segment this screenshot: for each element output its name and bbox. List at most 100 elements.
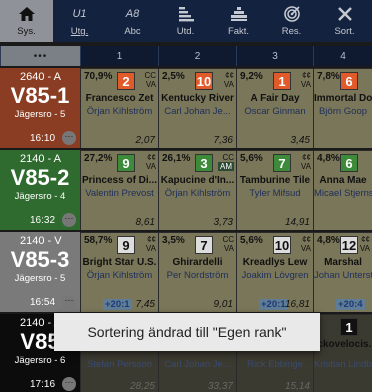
more-options-icon[interactable]: ⋯ [62, 131, 76, 145]
column-header-1: 1 [80, 46, 158, 66]
start-number: 6 [340, 72, 358, 90]
horse-cell[interactable]: 9,2% 1 ¢¢ VA A Fair Day Oscar Ginman 3,45 [236, 68, 313, 148]
toolbar-button-abc[interactable]: A8 Abc [106, 0, 159, 42]
tag-shoe: ¢¢ [302, 71, 311, 80]
driver-name: Carl Johan Je... [164, 359, 231, 370]
horse-value: 2,07 [135, 135, 155, 146]
tag-cart: VA [145, 162, 156, 171]
horse-cell[interactable]: 5,6% 7 ¢¢ VA Tamburine Tile Tyler Mifsud 14,91 [236, 150, 313, 230]
horse-cell[interactable]: 70,9% 2 CC VA Francesco Zet Örjan Kihlström 2,… [80, 68, 158, 148]
race-card[interactable]: 2140 - A V85-2 Jägersro - 4 16:32 ⋯ [0, 150, 80, 230]
tag-cart: VA [145, 244, 156, 253]
horse-name: Francesco Zet [85, 93, 154, 104]
toolbar-button-sys[interactable]: Sys. [0, 0, 53, 42]
race-card[interactable]: 2140 - V V85-3 Jägersro - 5 16:54 ⋯ [0, 232, 80, 312]
toolbar-label-sys: Sys. [17, 26, 36, 37]
horse-pct: 2,5% [162, 71, 185, 82]
race-distance: 2640 - A [20, 71, 61, 83]
horse-name: Bright Star U.S. [82, 257, 157, 268]
horse-cell[interactable]: 1 ickovelocis. Kristian Lindbe [313, 314, 372, 392]
horse-name: Tamburine Tile [239, 175, 311, 186]
toolbar-button-fakt[interactable]: Fakt. [212, 0, 265, 42]
horse-cell[interactable]: 3,5% 7 CC VA Ghirardelli Per Nordström 9,01 [158, 232, 236, 312]
horse-cell[interactable]: 2,5% 10 ¢¢ VA Kentucky River Carl Johan Je...… [158, 68, 236, 148]
tag-shoe: ¢¢ [147, 153, 156, 162]
race-card[interactable]: 2640 - A V85-1 Jägersro - 5 16:10 ⋯ [0, 68, 80, 148]
tag-cart: VA [223, 244, 234, 253]
start-number: 9 [117, 154, 135, 172]
horse-cell[interactable]: 4,8% 6 Anna Mae Micael Stjernst [313, 150, 372, 230]
toolbar-label-utd: Utd. [176, 26, 195, 37]
horse-name: Kapucine d'In... [160, 175, 235, 186]
column-menu-button[interactable]: ••• [0, 46, 80, 66]
start-number: 1 [273, 72, 291, 90]
driver-name: Örjan Kihlström [164, 188, 231, 199]
stack-bars-icon [230, 4, 248, 24]
horse-cell[interactable]: 7,8% 6 Immortal Do Björn Goop [313, 68, 372, 148]
horse-cell[interactable]: 26,1% 3 CC AM Kapucine d'In... Örjan Kihlströ… [158, 150, 236, 230]
tool-icon-abc: A8 [125, 8, 140, 20]
horse-value: 3,73 [213, 217, 233, 228]
more-options-icon[interactable]: ⋯ [62, 377, 76, 391]
tag-shoe: CC [222, 153, 234, 162]
horse-pct: 27,2% [84, 153, 113, 164]
odds-bonus: +20:1 [103, 299, 132, 310]
driver-name: Stefan Persson [87, 359, 152, 370]
horse-value: 16,81 [284, 299, 310, 310]
horse-pct: 7,8% [317, 71, 340, 82]
driver-name: Per Nordström [166, 270, 229, 281]
horse-name: A Fair Day [250, 93, 300, 104]
horse-name: ickovelocis. [314, 339, 372, 350]
toast-message: Sortering ändrad till "Egen rank" [54, 313, 320, 351]
race-time: 16:32 [30, 215, 56, 226]
horse-tags: ¢¢ VA [301, 235, 311, 253]
horse-name: Anna Mae [319, 175, 367, 186]
horse-cell[interactable]: 58,7% 9 ¢¢ VA Bright Star U.S. Örjan Kihlströ… [80, 232, 158, 312]
race-name: V85-1 [10, 83, 70, 108]
horse-value: 28,25 [129, 381, 155, 392]
more-options-icon[interactable]: ⋯ [62, 213, 76, 227]
column-header-2: 2 [158, 46, 236, 66]
tag-cart: VA [145, 80, 156, 89]
toolbar-button-utg[interactable]: U1 Utg. [53, 0, 106, 42]
tag-cart: VA [359, 244, 370, 253]
driver-name: Tyler Mifsud [249, 188, 301, 199]
race-time: 16:10 [30, 133, 56, 144]
tag-cart: AM [218, 162, 234, 171]
horse-value: 14,91 [284, 217, 310, 228]
horse-tags: CC VA [222, 235, 234, 253]
driver-name: Joakim Lövgren [241, 270, 309, 281]
race-track: Jägersro - 5 [14, 109, 66, 120]
toolbar-button-sort[interactable]: Sort. [318, 0, 371, 42]
horse-pct: 58,7% [84, 235, 113, 246]
column-header-3: 3 [236, 46, 313, 66]
horse-value: 15,14 [284, 381, 310, 392]
tag-shoe: ¢¢ [361, 235, 370, 244]
start-number: 9 [117, 236, 135, 254]
tool-icon-utg: U1 [72, 8, 87, 20]
tag-cart: VA [300, 244, 311, 253]
more-options-icon[interactable]: ⋯ [62, 295, 76, 309]
toolbar-button-utd[interactable]: Utd. [159, 0, 212, 42]
driver-name: Rick Ebbinge [247, 359, 303, 370]
horse-cell[interactable]: 27,2% 9 ¢¢ VA Princess of Di... Valentin Prev… [80, 150, 158, 230]
driver-name: Örjan Kihlström [86, 106, 153, 117]
tag-shoe: ¢¢ [302, 153, 311, 162]
horse-name: Kentucky River [161, 93, 234, 104]
start-number: 12 [340, 236, 358, 254]
start-number: 6 [340, 154, 358, 172]
horse-cell[interactable]: 4,8%12¢¢VA Marshal Johan Untersteir +20:4 [313, 232, 372, 312]
race-name: V85-2 [10, 165, 70, 190]
race-track: Jägersro - 5 [14, 273, 66, 284]
horse-pct: 9,2% [240, 71, 263, 82]
horse-cell[interactable]: 5,6% 10 ¢¢ VA Kreadlys Lew Joakim Lövgren +20:… [236, 232, 313, 312]
horse-tags: ¢¢ VA [360, 235, 370, 253]
driver-name: Valentin Prevost [85, 188, 154, 199]
tag-shoe: ¢¢ [225, 71, 234, 80]
toolbar-button-res[interactable]: Res. [265, 0, 318, 42]
horse-pct: 3,5% [162, 235, 185, 246]
tag-shoe: ¢¢ [302, 235, 311, 244]
horse-name: Marshal [324, 257, 362, 268]
toolbar-label-res: Res. [281, 26, 302, 37]
horse-tags: ¢¢ VA [301, 71, 311, 89]
